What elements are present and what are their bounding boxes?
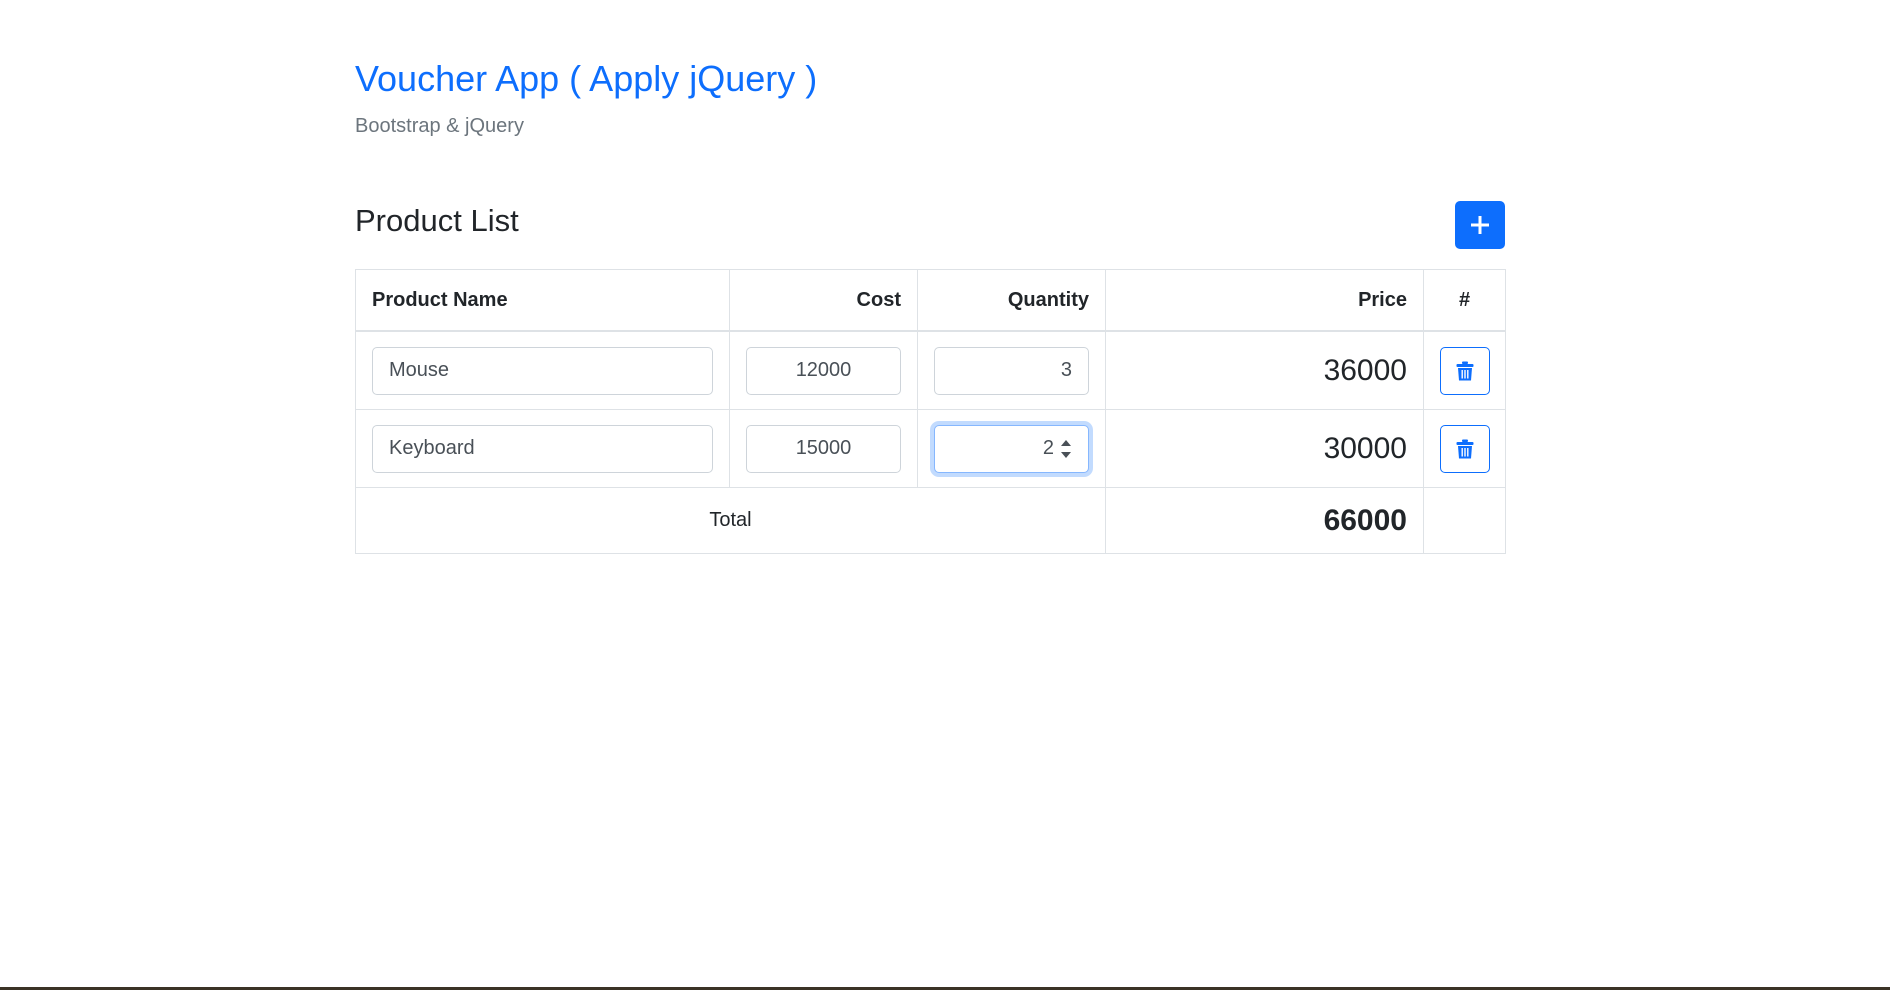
product-list-title: Product List — [355, 203, 519, 238]
product-name-cell — [355, 330, 730, 410]
quantity-cell — [917, 409, 1106, 488]
quantity-spinner[interactable] — [1059, 437, 1073, 461]
column-header-quantity: Quantity — [917, 269, 1106, 332]
delete-row-button[interactable] — [1439, 424, 1490, 473]
quantity-input[interactable] — [934, 346, 1089, 395]
cost-cell — [729, 330, 918, 410]
product-name-input[interactable] — [372, 346, 713, 395]
column-header-price: Price — [1105, 269, 1424, 332]
total-value: 66000 — [1105, 487, 1424, 554]
app-subtitle: Bootstrap & jQuery — [355, 115, 524, 137]
cost-input[interactable] — [746, 424, 901, 473]
column-header-product-name: Product Name — [355, 269, 730, 332]
quantity-stepper — [934, 424, 1089, 473]
product-table-wrapper: Product Name Cost Quantity Price # Mouse… — [355, 269, 1506, 554]
action-cell — [1423, 409, 1506, 488]
app-title: Voucher App ( Apply jQuery ) — [355, 58, 818, 99]
spin-down-icon[interactable] — [1061, 451, 1071, 458]
quantity-stepper — [934, 346, 1089, 395]
product-name-input[interactable] — [372, 424, 713, 473]
total-empty-cell — [1423, 487, 1506, 554]
page: Voucher App ( Apply jQuery ) Bootstrap &… — [0, 0, 1890, 990]
table-row: 36000 — [355, 330, 1506, 410]
plus-icon — [1471, 216, 1489, 234]
delete-row-button[interactable] — [1439, 346, 1490, 395]
action-cell — [1423, 330, 1506, 410]
trash-icon — [1456, 361, 1473, 380]
add-product-button[interactable] — [1455, 201, 1505, 249]
quantity-cell — [917, 330, 1106, 410]
column-header-action: # — [1423, 269, 1506, 332]
total-label: Total — [355, 487, 1106, 554]
table-header-row: Product Name Cost Quantity Price # — [355, 269, 1506, 332]
cost-cell — [729, 409, 918, 488]
price-cell: 36000 — [1105, 330, 1424, 410]
total-row: Total 66000 — [355, 487, 1506, 554]
product-table: Product Name Cost Quantity Price # Mouse… — [355, 269, 1506, 554]
price-cell: 30000 — [1105, 409, 1424, 488]
product-name-cell — [355, 409, 730, 488]
table-row: 30000 — [355, 409, 1506, 488]
spin-up-icon[interactable] — [1061, 439, 1071, 446]
trash-icon — [1456, 439, 1473, 458]
cost-input[interactable] — [746, 346, 901, 395]
column-header-cost: Cost — [729, 269, 918, 332]
